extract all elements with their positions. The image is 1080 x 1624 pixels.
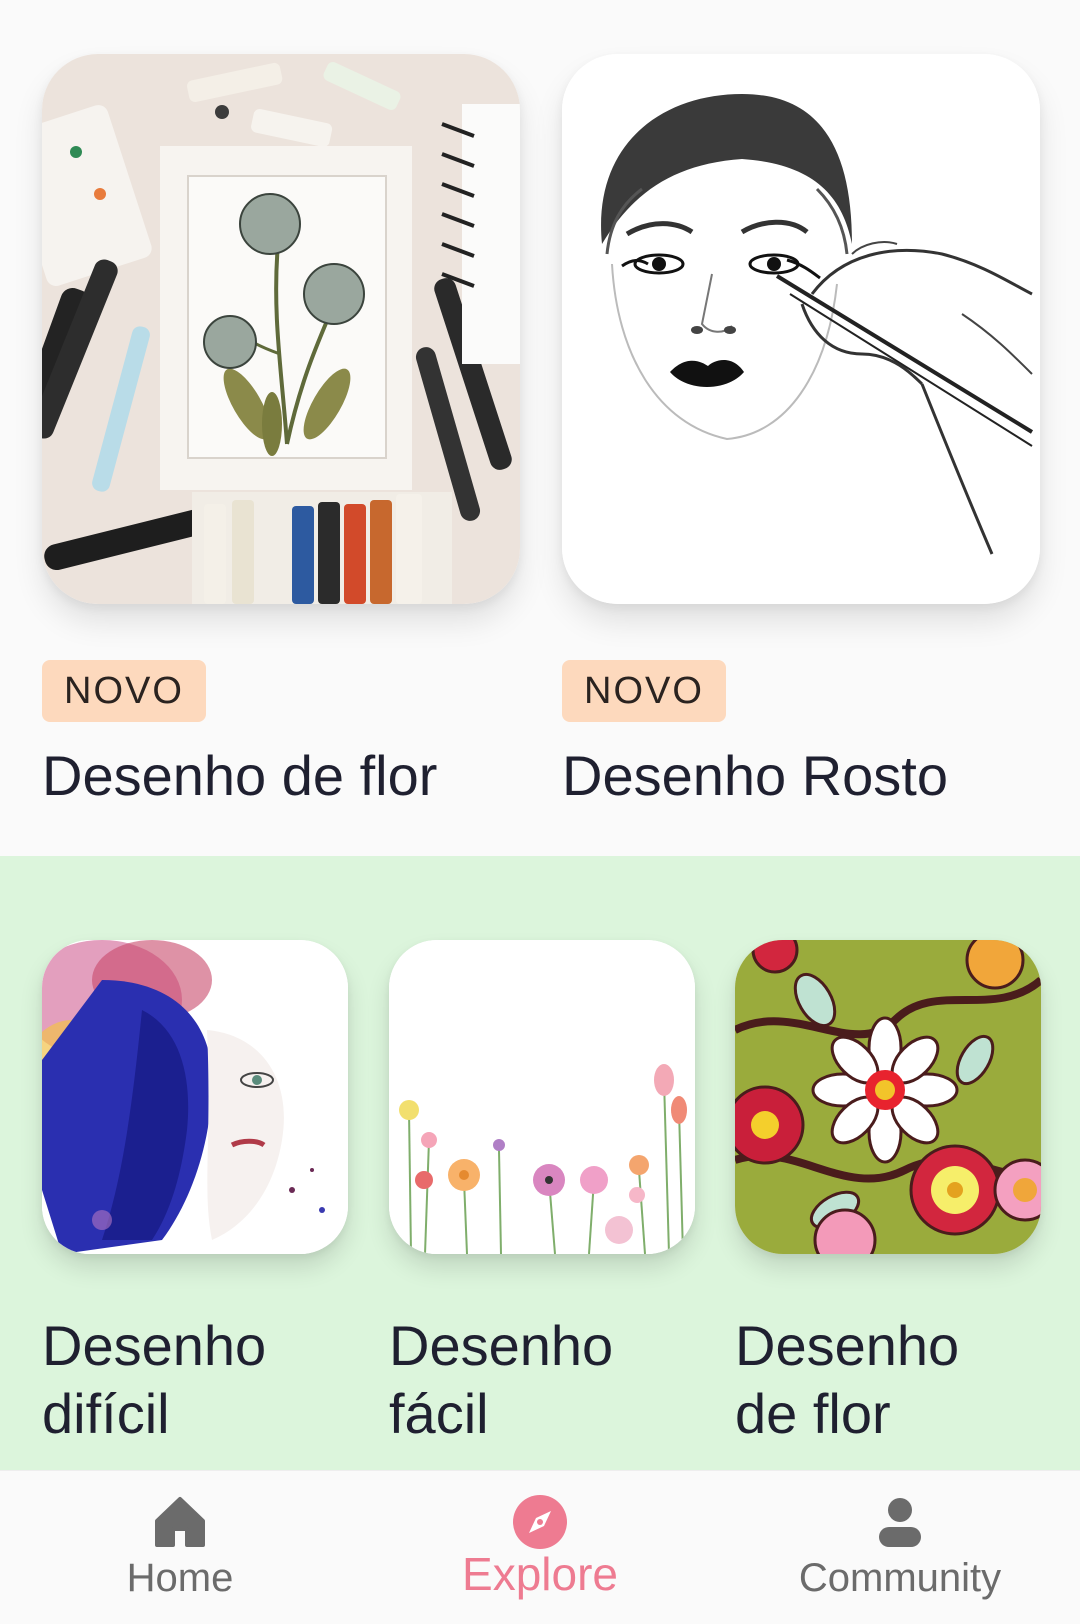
featured-card-title: Desenho de flor: [42, 744, 438, 807]
nav-home[interactable]: Home: [30, 1493, 330, 1603]
nav-home-label: Home: [126, 1556, 234, 1600]
featured-card-title: Desenho Rosto: [562, 744, 949, 807]
category-title: Desenho de flor: [735, 1314, 960, 1445]
compass-icon: [513, 1495, 567, 1549]
nav-community-label: Community: [798, 1556, 1002, 1600]
watercolor-portrait-image: [42, 940, 348, 1254]
featured-card-flower[interactable]: NOVO Desenho de flor: [42, 54, 520, 810]
home-icon: [155, 1497, 205, 1547]
categories-section: Desenho difícil Desenho fácil Desenho de…: [0, 856, 1080, 1470]
flower-painting-supplies-image: [42, 54, 520, 604]
folk-flower-pattern-image: [735, 940, 1041, 1254]
nav-explore-label: Explore: [462, 1548, 618, 1600]
category-title: Desenho fácil: [389, 1314, 614, 1445]
nav-explore[interactable]: Explore: [390, 1493, 690, 1599]
category-title: Desenho difícil: [42, 1314, 267, 1445]
category-card-flower[interactable]: Desenho de flor: [735, 940, 1041, 1448]
category-card-easy[interactable]: Desenho fácil: [389, 940, 695, 1448]
featured-card-face[interactable]: NOVO Desenho Rosto: [562, 54, 1040, 810]
person-icon: [879, 1498, 921, 1547]
featured-section: NOVO Desenho de flor NOVO Desenho Rosto: [0, 0, 1080, 856]
new-badge: NOVO: [42, 660, 206, 722]
face-sketch-image: [562, 54, 1040, 604]
category-card-difficult[interactable]: Desenho difícil: [42, 940, 348, 1448]
wildflower-border-image: [389, 940, 695, 1254]
new-badge: NOVO: [562, 660, 726, 722]
nav-community[interactable]: Community: [750, 1493, 1050, 1603]
bottom-navigation: Home Explore Community: [0, 1470, 1080, 1624]
